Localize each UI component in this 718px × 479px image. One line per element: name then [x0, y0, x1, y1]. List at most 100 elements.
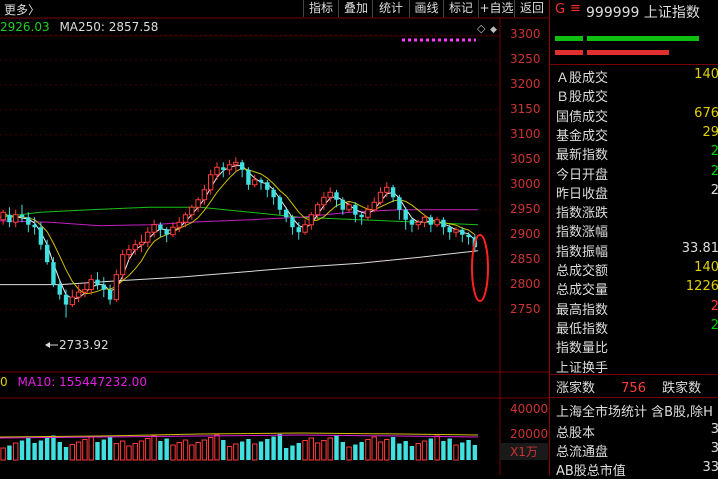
toolbar-button-0[interactable]: 指标	[303, 0, 338, 17]
candle[interactable]	[189, 206, 195, 216]
diamond-icon[interactable]: ◇	[477, 22, 486, 35]
candle[interactable]	[371, 201, 377, 211]
candle[interactable]	[277, 197, 283, 210]
candle[interactable]	[466, 234, 471, 238]
candle[interactable]	[377, 191, 384, 203]
volume-bar	[51, 435, 56, 460]
candle[interactable]	[239, 162, 245, 170]
candle[interactable]	[447, 227, 452, 233]
candle[interactable]	[233, 161, 239, 166]
candle[interactable]	[409, 219, 415, 225]
volume-bar	[75, 441, 82, 461]
candle[interactable]	[0, 211, 6, 221]
candle[interactable]	[415, 221, 421, 226]
candle[interactable]	[151, 224, 157, 233]
candle[interactable]	[95, 279, 100, 285]
candle[interactable]	[252, 179, 258, 186]
candle[interactable]	[290, 217, 295, 228]
candle[interactable]	[119, 254, 126, 276]
candle[interactable]	[246, 169, 251, 185]
candle[interactable]	[308, 214, 315, 226]
g-badge[interactable]: G	[555, 2, 565, 17]
toolbar-button-3[interactable]: 画线	[409, 0, 443, 17]
candle[interactable]	[158, 224, 163, 230]
candle[interactable]	[390, 187, 396, 198]
candle[interactable]	[283, 209, 289, 218]
candle[interactable]	[403, 209, 408, 220]
toolbar-button-4[interactable]: 标记	[443, 0, 478, 17]
volume-bar	[38, 440, 44, 460]
candle[interactable]	[107, 289, 113, 300]
candle[interactable]	[182, 214, 189, 223]
candle[interactable]	[145, 231, 151, 243]
candle[interactable]	[397, 197, 402, 210]
candle[interactable]	[258, 179, 264, 183]
candle[interactable]	[327, 191, 333, 198]
candle[interactable]	[44, 244, 50, 263]
candle[interactable]	[353, 204, 358, 215]
candle[interactable]	[421, 216, 428, 223]
candle[interactable]	[428, 217, 434, 225]
candle[interactable]	[201, 189, 208, 201]
candle[interactable]	[226, 164, 233, 171]
candle[interactable]	[38, 227, 44, 245]
candle[interactable]	[334, 192, 339, 200]
candle[interactable]	[384, 186, 390, 193]
diamond-icon-small[interactable]: ◆	[490, 25, 497, 35]
volume-bar	[283, 448, 289, 460]
candle[interactable]	[13, 214, 19, 223]
candle[interactable]	[88, 279, 94, 291]
candle[interactable]	[51, 262, 56, 285]
candle[interactable]	[314, 204, 321, 216]
ma-legend: 2926.03 MA250: 2857.58	[0, 20, 158, 34]
candlestick-chart[interactable]: ◇ ◆	[0, 0, 549, 475]
candle[interactable]	[221, 167, 226, 170]
toolbar-button-5[interactable]: +自选	[478, 0, 514, 17]
candle[interactable]	[321, 196, 327, 206]
candle[interactable]	[214, 166, 220, 176]
candle[interactable]	[346, 204, 352, 211]
candle[interactable]	[170, 226, 176, 236]
candle[interactable]	[265, 182, 270, 190]
candle[interactable]	[441, 219, 446, 228]
candle[interactable]	[271, 189, 276, 198]
more-menu[interactable]: 更多〉	[4, 1, 40, 18]
candle[interactable]	[195, 199, 201, 208]
candle[interactable]	[82, 289, 88, 293]
candle[interactable]	[126, 249, 132, 256]
toolbar-button-2[interactable]: 统计	[372, 0, 409, 17]
candle[interactable]	[75, 291, 82, 298]
candle[interactable]	[176, 221, 182, 228]
candle[interactable]	[460, 229, 465, 235]
candle[interactable]	[19, 214, 25, 218]
candle[interactable]	[7, 214, 12, 223]
candle[interactable]	[359, 214, 364, 218]
candle[interactable]	[302, 224, 308, 233]
candle[interactable]	[113, 274, 120, 301]
candle[interactable]	[57, 284, 62, 295]
candle[interactable]	[69, 296, 76, 306]
volume-bar	[7, 445, 12, 460]
candle[interactable]	[434, 219, 440, 226]
candle[interactable]	[340, 199, 345, 210]
buy-bar-2	[587, 36, 699, 41]
ma5-line	[2, 165, 476, 300]
volume-bar	[170, 444, 176, 461]
toolbar-button-1[interactable]: 叠加	[338, 0, 373, 17]
candle[interactable]	[32, 224, 37, 228]
candle[interactable]	[365, 209, 371, 218]
candle[interactable]	[164, 229, 169, 235]
candle[interactable]	[26, 217, 31, 225]
volume-bar	[359, 442, 364, 460]
toolbar-button-6[interactable]: 返回	[514, 0, 549, 17]
candle[interactable]	[453, 229, 459, 233]
stat-value: 33.81	[681, 240, 718, 256]
candle[interactable]	[207, 174, 214, 191]
candle[interactable]	[296, 227, 301, 233]
candle[interactable]	[132, 244, 138, 251]
candle[interactable]	[63, 294, 69, 305]
candle[interactable]	[138, 241, 145, 246]
candle[interactable]	[101, 284, 106, 290]
menu-icon[interactable]: ≡	[570, 1, 581, 16]
stat-label: 昨日收盘	[556, 186, 609, 202]
